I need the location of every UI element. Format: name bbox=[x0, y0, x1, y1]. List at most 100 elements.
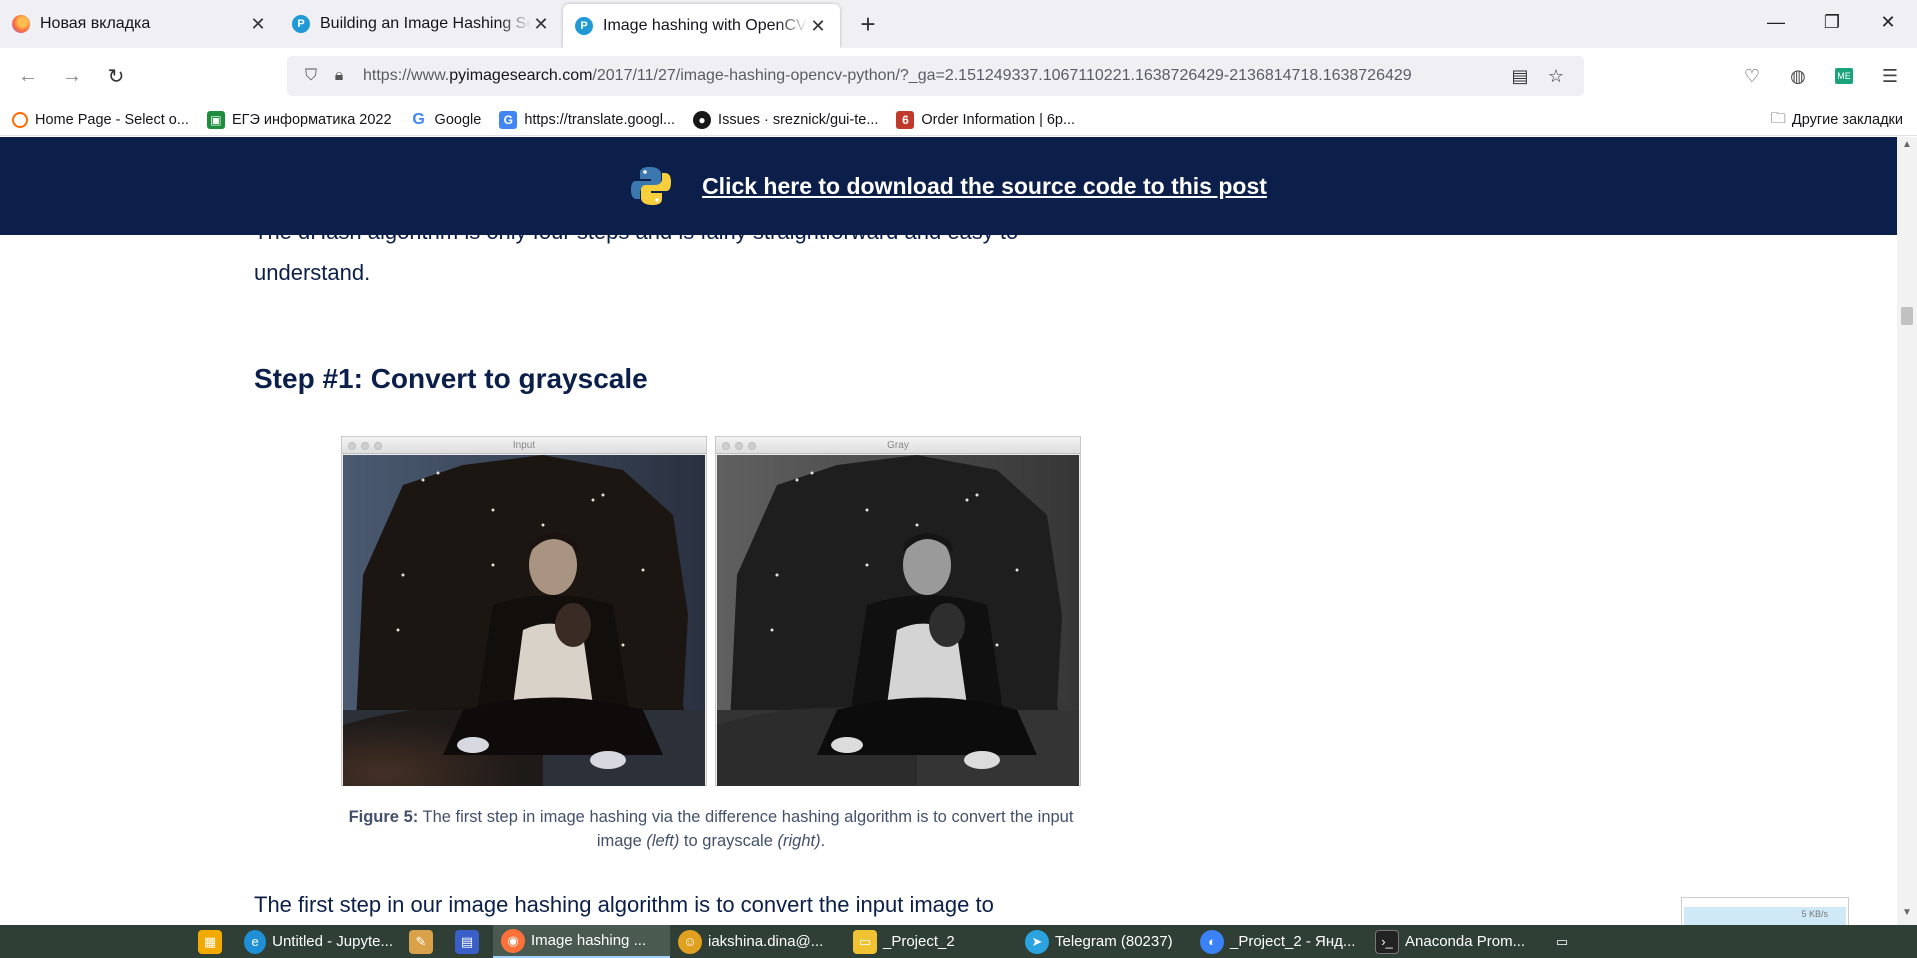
bookmark-star-icon[interactable]: ☆ bbox=[1538, 66, 1574, 87]
window-titlebar: Input bbox=[342, 437, 706, 454]
pyimagesearch-icon: P bbox=[292, 15, 310, 33]
bookmark-item[interactable]: Home Page - Select o... bbox=[12, 111, 189, 128]
tab-new-tab[interactable]: Новая вкладка ✕ bbox=[0, 0, 280, 48]
source-code-banner: Click here to download the source code t… bbox=[0, 137, 1897, 235]
address-bar[interactable]: ⛉ 🔒︎ https://www.pyimagesearch.com/2017/… bbox=[287, 56, 1584, 96]
tab-title: Building an Image Hashing Sea bbox=[320, 15, 531, 32]
restore-button[interactable]: ❐ bbox=[1804, 0, 1860, 44]
section-heading: Step #1: Convert to grayscale bbox=[254, 363, 648, 394]
caption-left: (left) bbox=[646, 832, 680, 850]
taskbar-label: _Project_2 bbox=[883, 933, 955, 950]
figure-caption: Figure 5: The first step in image hashin… bbox=[341, 805, 1081, 853]
firefox-icon bbox=[12, 15, 30, 33]
terminal-icon: ›_ bbox=[1375, 929, 1399, 954]
url-path: /2017/11/27/image-hashing-opencv-python/… bbox=[592, 67, 1412, 84]
close-tab-icon[interactable]: ✕ bbox=[531, 14, 551, 35]
lock-icon[interactable]: 🔒︎ bbox=[325, 67, 353, 85]
color-photo bbox=[343, 455, 705, 786]
tab-strip: Новая вкладка ✕ P Building an Image Hash… bbox=[0, 0, 1917, 48]
window-titlebar: Gray bbox=[716, 437, 1080, 454]
document-app-icon: ▤ bbox=[455, 929, 479, 954]
tracking-shield-icon[interactable]: ⛉ bbox=[297, 67, 325, 85]
back-button[interactable]: ← bbox=[6, 56, 50, 96]
other-bookmarks-label: Другие закладки bbox=[1791, 112, 1903, 128]
network-speed-widget[interactable]: 5 KB/s bbox=[1681, 897, 1849, 925]
swirl-icon bbox=[12, 111, 28, 128]
classroom-icon: ▣ bbox=[206, 110, 225, 129]
close-tab-icon[interactable]: ✕ bbox=[248, 14, 268, 35]
close-tab-icon[interactable]: ✕ bbox=[808, 16, 828, 37]
bookmark-item[interactable]: G https://translate.googl... bbox=[499, 110, 675, 129]
navigation-toolbar: ← → ↻ ⛉ 🔒︎ https://www.pyimagesearch.com… bbox=[0, 48, 1917, 104]
taskbar-label: _Project_2 - Янд... bbox=[1230, 933, 1356, 950]
caption-right: (right) bbox=[777, 832, 821, 850]
input-image-window: Input bbox=[341, 436, 707, 786]
tab-title: Image hashing with OpenCV an bbox=[603, 17, 808, 34]
tab-image-hashing-opencv[interactable]: P Image hashing with OpenCV an ✕ bbox=[563, 4, 840, 48]
tab-title: Новая вкладка bbox=[40, 15, 151, 32]
window-controls bbox=[348, 442, 387, 450]
window-title: Gray bbox=[887, 440, 909, 451]
window-title: Input bbox=[512, 440, 536, 451]
vpn-globe-icon[interactable]: ◍ bbox=[1784, 62, 1812, 90]
taskbar-anaconda[interactable]: ›_ Anaconda Prom... bbox=[1367, 925, 1542, 958]
caption-label: Figure 5: bbox=[348, 808, 419, 826]
folder-icon: 🗀 bbox=[1770, 109, 1786, 127]
order-icon: 6 bbox=[896, 110, 915, 129]
taskbar-store[interactable]: ▦ bbox=[190, 925, 236, 958]
python-logo-icon bbox=[631, 167, 672, 205]
extension-icon[interactable]: ME bbox=[1830, 62, 1858, 90]
bookmark-label: Home Page - Select o... bbox=[35, 111, 189, 128]
menu-icon[interactable]: ☰ bbox=[1876, 62, 1904, 90]
mail-client-icon: ☺ bbox=[678, 929, 702, 954]
gray-image-window: Gray bbox=[715, 436, 1081, 786]
scroll-down-arrow-icon[interactable]: ▼ bbox=[1897, 907, 1917, 923]
page-scrollbar[interactable]: ▲ ▼ bbox=[1897, 137, 1917, 925]
taskbar-paint[interactable]: ✎ bbox=[401, 925, 447, 958]
net-speed-text: 5 KB/s bbox=[1801, 909, 1828, 919]
google-icon: G bbox=[412, 110, 425, 128]
reader-view-icon[interactable]: ▤ bbox=[1502, 66, 1538, 87]
pocket-icon[interactable]: ♡ bbox=[1738, 62, 1766, 90]
taskbar-label: Telegram (80237) bbox=[1055, 933, 1173, 950]
tab-building-image-hashing[interactable]: P Building an Image Hashing Sea ✕ bbox=[280, 0, 563, 48]
url-prefix: https://www. bbox=[363, 67, 450, 84]
taskbar-edge-jupyter[interactable]: e Untitled - Jupyte... bbox=[236, 925, 401, 958]
bookmark-item[interactable]: 6 Order Information | 6p... bbox=[896, 110, 1075, 129]
scrollbar-thumb[interactable] bbox=[1901, 307, 1913, 325]
telegram-icon: ➤ bbox=[1025, 929, 1049, 954]
taskbar-label: Image hashing ... bbox=[531, 932, 647, 949]
taskbar-mail[interactable]: ☺ iakshina.dina@... bbox=[670, 925, 845, 958]
taskbar-yandex-disk[interactable]: ◐ _Project_2 - Янд... bbox=[1192, 925, 1367, 958]
bookmark-label: Google bbox=[434, 111, 482, 128]
forward-button[interactable]: → bbox=[50, 56, 94, 96]
taskbar-camera[interactable]: ▭ bbox=[1542, 925, 1588, 958]
taskbar-firefox[interactable]: ◉ Image hashing ... bbox=[493, 925, 670, 958]
close-window-button[interactable]: ✕ bbox=[1860, 0, 1916, 44]
bookmark-label: Issues · sreznick/gui-te... bbox=[718, 111, 879, 128]
taskbar-label: Anaconda Prom... bbox=[1405, 933, 1526, 950]
translate-icon: G bbox=[499, 110, 518, 129]
network-graph: 5 KB/s bbox=[1684, 907, 1846, 925]
url-text[interactable]: https://www.pyimagesearch.com/2017/11/27… bbox=[363, 67, 1502, 85]
edge-icon: e bbox=[244, 929, 267, 954]
other-bookmarks[interactable]: 🗀 Другие закладки bbox=[1771, 104, 1903, 136]
taskbar-folder[interactable]: ▭ _Project_2 bbox=[845, 925, 1017, 958]
new-tab-button[interactable]: + bbox=[840, 0, 896, 48]
taskbar-label: Untitled - Jupyte... bbox=[272, 933, 393, 950]
github-icon: ● bbox=[693, 110, 712, 129]
download-source-link[interactable]: Click here to download the source code t… bbox=[702, 173, 1267, 200]
bookmark-item[interactable]: ● Issues · sreznick/gui-te... bbox=[693, 110, 879, 129]
minimize-button[interactable]: — bbox=[1748, 0, 1804, 44]
taskbar-telegram[interactable]: ➤ Telegram (80237) bbox=[1017, 925, 1192, 958]
bookmark-item[interactable]: ▣ ЕГЭ информатика 2022 bbox=[206, 110, 392, 129]
firefox-icon: ◉ bbox=[501, 928, 525, 953]
taskbar-document-app[interactable]: ▤ bbox=[447, 925, 493, 958]
bookmark-item[interactable]: G Google bbox=[410, 110, 482, 129]
reload-button[interactable]: ↻ bbox=[94, 56, 138, 96]
store-icon: ▦ bbox=[198, 929, 222, 954]
scroll-up-arrow-icon[interactable]: ▲ bbox=[1897, 139, 1917, 155]
step1-paragraph: The first step in our image hashing algo… bbox=[254, 892, 994, 917]
grayscale-photo bbox=[717, 455, 1079, 786]
page-viewport: Click here to download the source code t… bbox=[0, 137, 1897, 925]
